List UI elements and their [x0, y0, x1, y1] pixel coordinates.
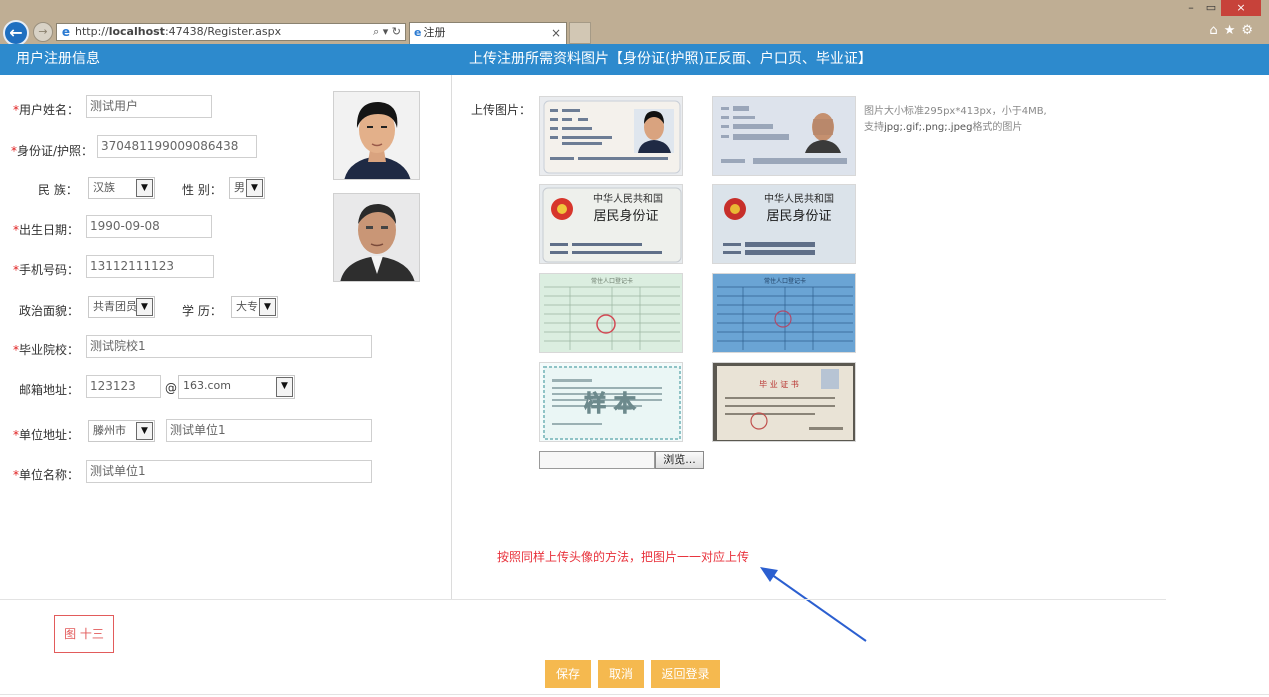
- work-city-select[interactable]: 滕州市 ▼: [88, 420, 155, 442]
- email-label: 邮箱地址：: [19, 383, 80, 397]
- cancel-button[interactable]: 取消: [598, 660, 644, 688]
- instruction-note: 按照同样上传头像的方法，把图片一一对应上传: [497, 550, 750, 564]
- browse-button[interactable]: 浏览...: [655, 451, 704, 469]
- id-card-input[interactable]: 370481199009086438: [97, 135, 257, 158]
- id-front-title: 中华人民共和国: [593, 192, 663, 205]
- window-controls: – ▭ ×: [1181, 0, 1261, 18]
- gender-label: 性 别：: [182, 183, 222, 197]
- birth-date-label: *出生日期：: [13, 223, 80, 237]
- user-info-title: 用户注册信息: [16, 51, 100, 67]
- birth-date-input[interactable]: 1990-09-08: [86, 215, 212, 238]
- figure-label: 图 十三: [54, 615, 114, 653]
- url-host: localhost: [108, 25, 165, 38]
- phone-label: *手机号码：: [13, 263, 80, 277]
- chevron-down-icon: ▼: [136, 179, 153, 197]
- avatar-photo-older-man[interactable]: [333, 193, 420, 282]
- upload-section-title: 上传注册所需资料图片【身份证(护照)正反面、户口页、毕业证】: [469, 51, 872, 67]
- address-bar[interactable]: e http://localhost:47438/Register.aspx ⌕ …: [56, 23, 406, 41]
- email-user-input[interactable]: 123123: [86, 375, 161, 398]
- url-suffix: :47438/Register.aspx: [164, 25, 282, 38]
- chevron-down-icon: ▼: [259, 298, 276, 316]
- diploma-sample-image[interactable]: 样 本: [539, 362, 683, 442]
- ethnicity-select[interactable]: 汉族 ▼: [88, 177, 155, 199]
- upload-hint: 图片大小标准295px*413px，小于4MB, 支持jpg;.gif;.png…: [864, 104, 1047, 136]
- bottom-border: [0, 694, 1269, 695]
- school-input[interactable]: 测试院校1: [86, 335, 372, 358]
- work-name-input[interactable]: 测试单位1: [86, 460, 372, 483]
- browser-tools: ⌂★⚙: [1209, 23, 1259, 38]
- restore-icon[interactable]: ▭: [1201, 0, 1221, 16]
- household-register-sample-image[interactable]: 常住人口登记卡: [539, 273, 683, 353]
- politics-select[interactable]: 共青团员 ▼: [88, 296, 155, 318]
- column-divider: [451, 75, 452, 599]
- politics-label: 政治面貌：: [19, 304, 80, 318]
- sample-stamp: 样 本: [584, 391, 636, 417]
- id-card-front-sample-image[interactable]: 中华人民共和国 居民身份证: [539, 184, 683, 264]
- diploma-photo-image[interactable]: 毕 业 证 书: [712, 362, 856, 442]
- file-path-field[interactable]: [539, 451, 655, 469]
- save-button[interactable]: 保存: [545, 660, 591, 688]
- close-window-icon[interactable]: ×: [1221, 0, 1261, 16]
- upload-hint-size: 图片大小标准295px*413px，小于4MB,: [864, 106, 1047, 117]
- household-title-2: 常住人口登记卡: [764, 277, 806, 285]
- ethnicity-label: 民 族：: [38, 183, 78, 197]
- gender-select[interactable]: 男 ▼: [229, 177, 265, 199]
- work-address-label: *单位地址：: [13, 428, 80, 442]
- email-domain-select[interactable]: 163.com ▼: [178, 375, 295, 399]
- browser-chrome: ← → e http://localhost:47438/Register.asp…: [0, 0, 1269, 46]
- home-icon[interactable]: ⌂: [1209, 23, 1223, 38]
- chevron-down-icon: ▼: [136, 422, 153, 440]
- new-tab-button[interactable]: [569, 22, 591, 44]
- name-label: *用户姓名：: [13, 103, 80, 117]
- upload-hint-formats: 支持jpg;.gif;.png;.jpeg格式的图片: [864, 122, 1023, 133]
- chevron-down-icon: ▼: [136, 298, 153, 316]
- household-register-photo-image[interactable]: 常住人口登记卡: [712, 273, 856, 353]
- id-card-back-sample-image[interactable]: [539, 96, 683, 176]
- education-label: 学 历：: [182, 304, 222, 318]
- id-card-front-photo-image[interactable]: 中华人民共和国 居民身份证: [712, 184, 856, 264]
- gear-icon[interactable]: ⚙: [1241, 23, 1259, 38]
- annotation-arrow-icon: [760, 567, 867, 642]
- name-input[interactable]: 测试用户: [86, 95, 212, 118]
- minimize-icon[interactable]: –: [1181, 0, 1201, 16]
- address-controls-icon[interactable]: ⌕ ▾ ↻: [373, 24, 401, 40]
- browser-tab-register[interactable]: e 注册 ×: [409, 22, 567, 44]
- phone-input[interactable]: 13112111123: [86, 255, 214, 278]
- household-title: 常住人口登记卡: [591, 277, 633, 285]
- ie-tab-icon: e: [414, 26, 422, 39]
- section-header-bar: 用户注册信息 上传注册所需资料图片【身份证(护照)正反面、户口页、毕业证】: [0, 44, 1269, 75]
- id-front-title-2: 中华人民共和国: [764, 192, 834, 205]
- star-icon[interactable]: ★: [1224, 23, 1242, 38]
- id-front-subtitle: 居民身份证: [593, 208, 658, 224]
- forward-arrow-icon[interactable]: →: [33, 22, 53, 42]
- tab-close-icon[interactable]: ×: [551, 23, 561, 43]
- school-label: *毕业院校：: [13, 343, 80, 357]
- avatar-photo-young-man[interactable]: [333, 91, 420, 180]
- id-card-back-photo-image[interactable]: [712, 96, 856, 176]
- id-card-label: *身份证/护照：: [11, 144, 94, 158]
- work-name-label: *单位名称：: [13, 468, 80, 482]
- footer-divider: [0, 599, 1166, 600]
- upload-label: 上传图片：: [471, 103, 532, 117]
- chevron-down-icon: ▼: [276, 377, 293, 397]
- diploma-title: 毕 业 证 书: [759, 379, 799, 389]
- id-front-subtitle-2: 居民身份证: [766, 208, 831, 224]
- ie-logo-icon: e: [61, 25, 71, 39]
- education-select[interactable]: 大专 ▼: [231, 296, 278, 318]
- chevron-down-icon: ▼: [246, 179, 263, 197]
- tab-title: 注册: [423, 26, 446, 39]
- email-at-sign: @: [165, 381, 177, 395]
- url-prefix: http://: [75, 25, 109, 38]
- back-to-login-button[interactable]: 返回登录: [651, 660, 720, 688]
- back-arrow-icon[interactable]: ←: [3, 20, 29, 46]
- work-address-input[interactable]: 测试单位1: [166, 419, 372, 442]
